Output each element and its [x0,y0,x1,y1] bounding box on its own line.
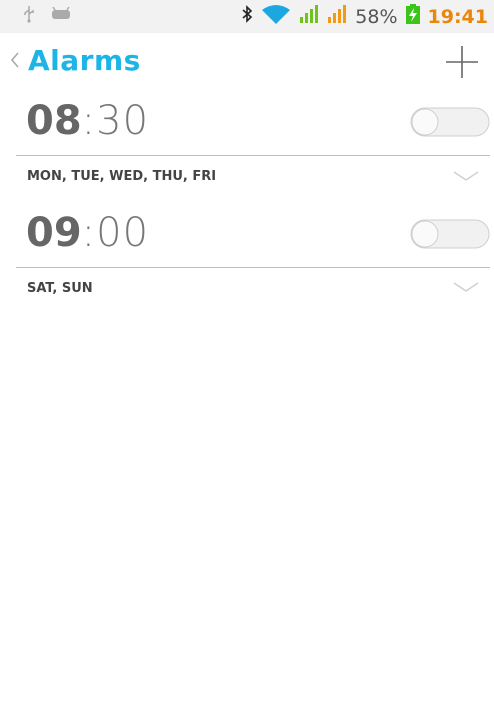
app-bar: Alarms [0,40,494,86]
page-title[interactable]: Alarms [28,44,141,77]
alarm-time[interactable]: 09:00 [26,210,149,256]
status-bar: 58% 19:41 [0,0,494,33]
signal-2-icon [327,5,347,28]
bluetooth-icon [241,5,253,28]
alarm-toggle[interactable] [410,107,490,137]
alarm-toggle[interactable] [410,219,490,249]
wifi-icon [261,4,291,29]
alarm-time[interactable]: 08:30 [26,98,149,144]
usb-icon [22,5,36,28]
alarm-minute: 30 [96,98,150,144]
divider [16,267,490,268]
alarm-minute: 00 [96,210,150,256]
alarm-separator: : [81,210,97,256]
divider [16,155,490,156]
alarm-separator: : [81,98,97,144]
status-time: 19:41 [427,5,488,28]
alarm-days[interactable]: SAT, SUN [27,281,93,296]
battery-percent: 58% [355,5,398,28]
chevron-down-icon[interactable] [452,280,480,298]
alarm-hour: 09 [26,210,82,256]
battery-charging-icon [405,4,420,29]
alarm-item[interactable]: 09:00 [0,210,494,270]
chevron-down-icon[interactable] [452,169,480,187]
signal-1-icon [299,5,319,28]
chevron-left-icon[interactable] [10,52,20,73]
android-debug-icon [50,6,72,26]
alarm-days[interactable]: MON, TUE, WED, THU, FRI [27,169,216,184]
plus-icon[interactable] [444,44,480,80]
alarm-hour: 08 [26,98,82,144]
